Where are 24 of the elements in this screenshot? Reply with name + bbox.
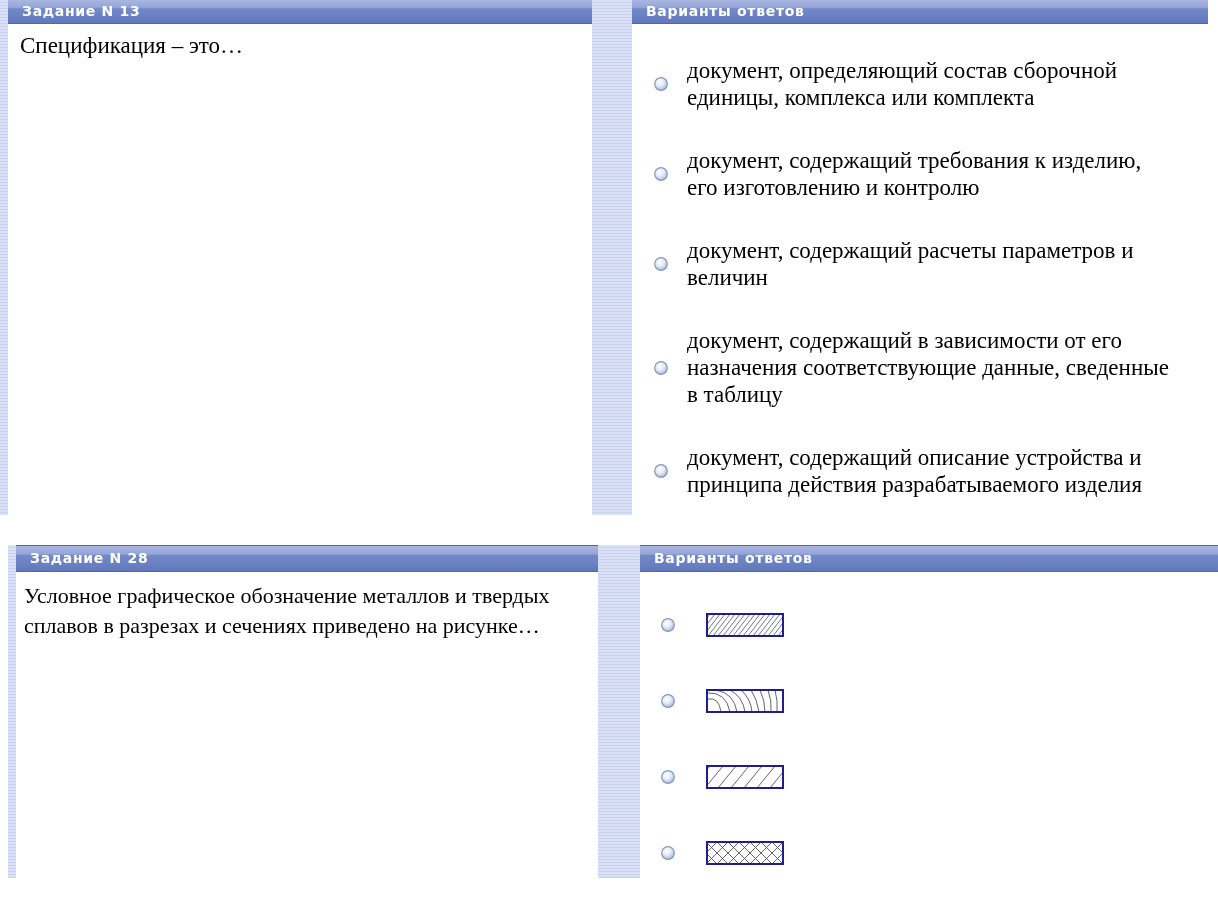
cross-hatch-icon [706,841,784,865]
radio-button[interactable] [661,770,675,784]
task-header: Задание N 13 [8,0,592,24]
task-header: Задание N 28 [16,545,598,572]
answer-text: документ, определяющий состав сборочной единицы, комплекса или комплекта [687,57,1118,111]
answer-text: документ, содержащий описание устройства и принципа действия разрабатываемого изделия [687,444,1143,498]
task-header: Варианты ответов [640,545,1218,572]
radio-button[interactable] [654,257,668,271]
answer-text: документ, содержащий требования к изделию, его изготовлению и контролю [687,147,1143,201]
task-header: Варианты ответов [632,0,1208,24]
radio-button[interactable] [654,77,668,91]
diagonal-hatch-icon [706,765,784,789]
answer-text: документ, содержащий в зависимости от его назначения соответствующие данные, сведенные в таблицу [687,327,1170,408]
question-text: Спецификация – это… [20,32,245,59]
question-text: Условное графическое обозначение металлов и твердых сплавов в разрезах и сечениях приведено на рисунке… [24,582,551,640]
radio-button[interactable] [654,167,668,181]
answer-text: документ, содержащий расчеты параметров и величин [687,237,1135,291]
wood-grain-icon [706,689,784,713]
radio-button[interactable] [661,846,675,860]
radio-button[interactable] [654,464,668,478]
radio-button[interactable] [661,694,675,708]
dense-hatch-icon [706,613,784,637]
radio-button[interactable] [661,618,675,632]
radio-button[interactable] [654,360,668,375]
